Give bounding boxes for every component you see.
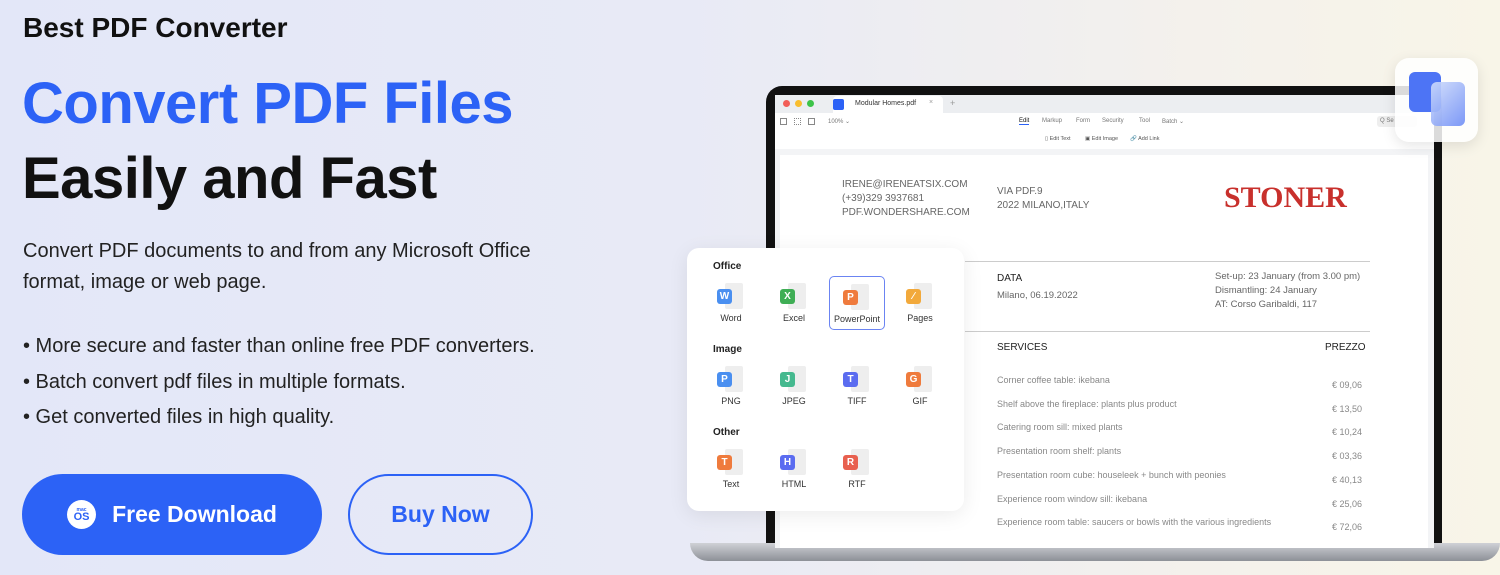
new-tab-icon[interactable]: + bbox=[950, 98, 955, 108]
pages-file-icon: ∕ bbox=[906, 283, 934, 309]
menu-security[interactable]: Security bbox=[1102, 118, 1124, 124]
png-file-icon: P bbox=[717, 366, 745, 392]
format-label: TIFF bbox=[847, 396, 867, 406]
format-label: Word bbox=[720, 313, 742, 323]
feature-item: • Batch convert pdf files in multiple fo… bbox=[23, 370, 406, 393]
jpeg-file-icon: J bbox=[780, 366, 808, 392]
service-price: € 40,13 bbox=[1332, 474, 1363, 485]
menu-batch[interactable]: Batch ⌄ bbox=[1162, 118, 1184, 125]
format-picker: Office W Word X Excel P PowerPoint ∕ Pages Image P… bbox=[687, 248, 964, 511]
edit-toolbar: ▯ Edit Text ▣ Edit Image 🔗 Add Link bbox=[775, 131, 1434, 149]
powerpoint-file-icon: P bbox=[843, 284, 871, 310]
format-label: RTF bbox=[848, 479, 866, 489]
format-label: HTML bbox=[781, 479, 807, 489]
format-jpeg[interactable]: J JPEG bbox=[766, 359, 822, 413]
divider bbox=[965, 261, 1370, 262]
gif-file-icon: G bbox=[906, 366, 934, 392]
service-price: € 13,50 bbox=[1332, 403, 1363, 414]
menu-form[interactable]: Form bbox=[1076, 118, 1090, 124]
format-text[interactable]: T Text bbox=[703, 442, 759, 496]
feature-list: • More secure and faster than online fre… bbox=[23, 329, 535, 436]
page-view-icon[interactable] bbox=[808, 118, 815, 125]
stoner-logo: STONER bbox=[1224, 181, 1347, 214]
data-value: Milano, 06.19.2022 bbox=[997, 290, 1078, 301]
text-file-icon: T bbox=[717, 449, 745, 475]
free-download-label: Free Download bbox=[112, 501, 277, 527]
section-office: Office bbox=[713, 261, 742, 272]
services-label: SERVICES bbox=[997, 342, 1048, 353]
brand-title: Best PDF Converter bbox=[23, 12, 288, 43]
format-rtf[interactable]: R RTF bbox=[829, 442, 885, 496]
format-label: Excel bbox=[782, 313, 805, 323]
service-price: € 09,06 bbox=[1332, 380, 1363, 390]
service-name: Experience room window sill: ikebana bbox=[997, 493, 1148, 504]
price-label: PREZZO bbox=[1325, 342, 1366, 353]
service-name: Experience room table: saucers or bowls … bbox=[997, 517, 1272, 528]
headline-line2: Easily and Fast bbox=[22, 146, 437, 211]
format-gif[interactable]: G GIF bbox=[892, 359, 948, 413]
feature-item: • More secure and faster than online fre… bbox=[23, 335, 535, 357]
contact-info: IRENE@IRENEATSIX.COM (+39)329 3937681 PDF.… bbox=[842, 179, 970, 218]
section-other: Other bbox=[713, 427, 740, 438]
format-html[interactable]: H HTML bbox=[766, 442, 822, 496]
data-label: DATA bbox=[997, 273, 1023, 284]
tab-title: Modular Homes.pdf bbox=[855, 100, 917, 107]
format-label: GIF bbox=[912, 396, 928, 406]
menu-edit[interactable]: Edit bbox=[1019, 118, 1030, 125]
service-price: € 03,36 bbox=[1332, 451, 1363, 462]
html-file-icon: H bbox=[780, 449, 808, 475]
section-image: Image bbox=[713, 344, 742, 355]
format-powerpoint[interactable]: P PowerPoint bbox=[829, 276, 885, 330]
zoom-select[interactable]: 100% ⌄ bbox=[828, 118, 850, 125]
edit-text-button[interactable]: ▯ Edit Text bbox=[1045, 136, 1071, 142]
format-word[interactable]: W Word bbox=[703, 276, 759, 330]
rtf-file-icon: R bbox=[843, 449, 871, 475]
format-label: Pages bbox=[907, 313, 933, 323]
format-label: PNG bbox=[721, 396, 741, 406]
maximize-window-icon[interactable] bbox=[807, 100, 814, 107]
divider bbox=[965, 331, 1370, 332]
sidebar-toggle-icon[interactable] bbox=[780, 118, 787, 125]
add-link-button[interactable]: 🔗 Add Link bbox=[1130, 136, 1159, 142]
format-label: PowerPoint bbox=[833, 314, 881, 324]
headline-line1: Convert PDF Files bbox=[22, 71, 514, 136]
service-name: Presentation room cube: houseleek + bunc… bbox=[997, 469, 1226, 480]
minimize-window-icon[interactable] bbox=[795, 100, 802, 107]
close-tab-icon[interactable]: × bbox=[929, 99, 933, 106]
address: VIA PDF.9 2022 MILANO,ITALY bbox=[997, 186, 1090, 211]
format-pages[interactable]: ∕ Pages bbox=[892, 276, 948, 330]
service-price: € 25,06 bbox=[1332, 498, 1363, 509]
grid-view-icon[interactable] bbox=[794, 118, 801, 125]
edit-image-button[interactable]: ▣ Edit Image bbox=[1085, 136, 1118, 142]
menu-markup[interactable]: Markup bbox=[1042, 118, 1062, 124]
excel-file-icon: X bbox=[780, 283, 808, 309]
service-name: Catering room sill: mixed plants bbox=[997, 422, 1123, 433]
service-name: Presentation room shelf: plants bbox=[997, 446, 1122, 457]
feature-item: • Get converted files in high quality. bbox=[23, 406, 335, 428]
schedule: Set-up: 23 January (from 3.00 pm) Dismant… bbox=[1215, 271, 1361, 310]
word-file-icon: W bbox=[717, 283, 745, 309]
service-price: € 72,06 bbox=[1332, 522, 1363, 533]
main-toolbar: 100% ⌄ Edit Markup Form Security Tool Ba… bbox=[775, 113, 1434, 131]
service-name: Corner coffee table: ikebana bbox=[997, 375, 1110, 385]
tab-document[interactable]: Modular Homes.pdf × bbox=[833, 96, 943, 113]
app-logo-icon bbox=[833, 99, 844, 110]
service-price: € 10,24 bbox=[1332, 427, 1363, 438]
description: Convert PDF documents to and from any Mi… bbox=[23, 240, 531, 293]
image-file-icon bbox=[1431, 82, 1465, 126]
buy-now-button[interactable]: Buy Now bbox=[348, 474, 533, 555]
tab-bar: Modular Homes.pdf × + bbox=[775, 95, 1434, 113]
format-label: JPEG bbox=[782, 396, 806, 406]
close-window-icon[interactable] bbox=[783, 100, 790, 107]
macos-icon: mac OS bbox=[67, 500, 97, 529]
format-label: Text bbox=[722, 479, 740, 489]
format-tiff[interactable]: T TIFF bbox=[829, 359, 885, 413]
converter-app-icon bbox=[1395, 58, 1478, 142]
tiff-file-icon: T bbox=[843, 366, 871, 392]
menu-tool[interactable]: Tool bbox=[1139, 118, 1150, 124]
free-download-button[interactable]: mac OS Free Download bbox=[22, 474, 322, 555]
format-png[interactable]: P PNG bbox=[703, 359, 759, 413]
service-name: Shelf above the fireplace: plants plus p… bbox=[997, 398, 1177, 409]
format-excel[interactable]: X Excel bbox=[766, 276, 822, 330]
